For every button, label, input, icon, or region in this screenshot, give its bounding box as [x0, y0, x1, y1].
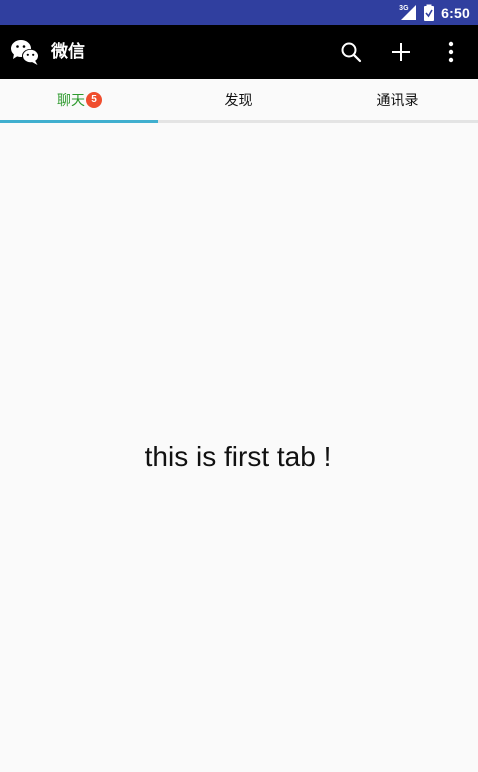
content-message: this is first tab ! [144, 441, 332, 472]
unread-badge: 5 [86, 91, 102, 108]
signal-icon [401, 5, 417, 20]
tab-chat-label: 聊天 [57, 92, 85, 109]
tab-content: this is first tab ! [0, 123, 478, 772]
more-options-button[interactable] [438, 39, 464, 65]
tab-discover-label: 发现 [224, 92, 253, 109]
app-title: 微信 [51, 42, 85, 62]
status-bar: 3G 6:50 [0, 0, 478, 25]
wechat-logo-icon [11, 40, 39, 65]
signal-indicator: 3G [399, 4, 417, 21]
tab-discover[interactable]: 发现 [159, 79, 318, 120]
more-vert-icon [448, 41, 454, 63]
app-bar: 微信 [0, 25, 478, 79]
tab-contacts-label: 通讯录 [376, 92, 419, 109]
search-button[interactable] [338, 39, 364, 65]
add-icon [392, 43, 410, 61]
battery-icon [424, 4, 435, 21]
tab-chat[interactable]: 聊天 5 [0, 79, 159, 120]
add-button[interactable] [388, 39, 414, 65]
tab-contacts[interactable]: 通讯录 [318, 79, 477, 120]
search-icon [341, 42, 362, 63]
status-time: 6:50 [441, 4, 470, 21]
tab-bar: 聊天 5 发现 通讯录 [0, 79, 478, 123]
status-icons: 3G 6:50 [399, 0, 470, 25]
